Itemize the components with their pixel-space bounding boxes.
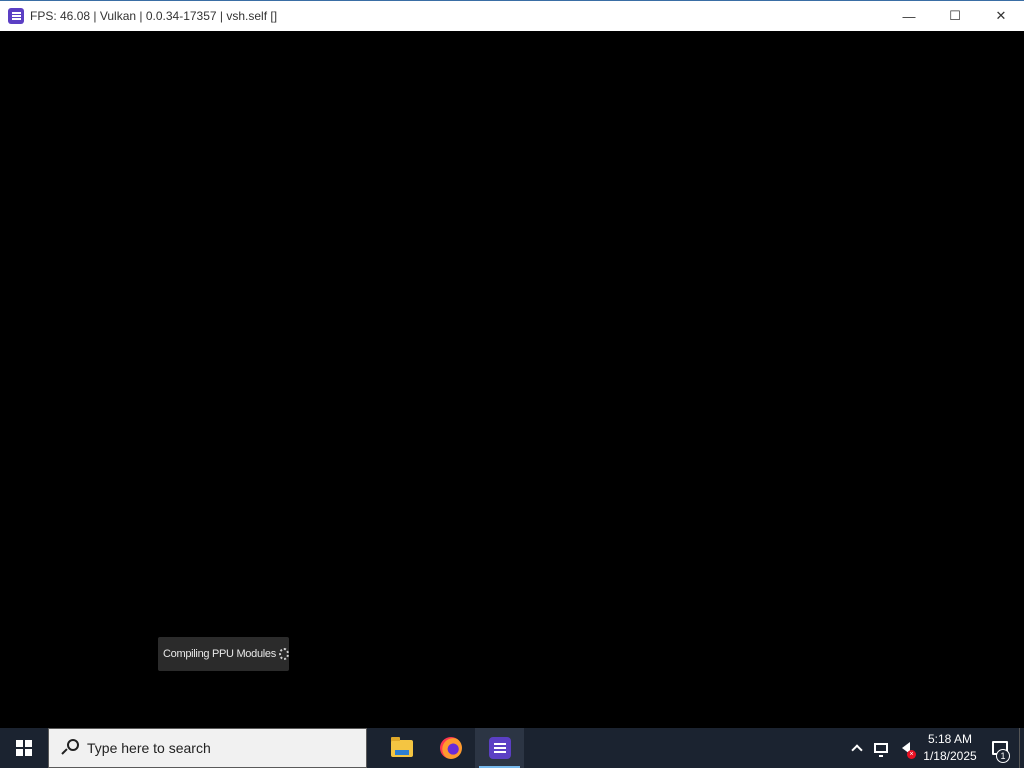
show-hidden-icons-button[interactable] (845, 728, 869, 768)
emulator-window: FPS: 46.08 | Vulkan | 0.0.34-17357 | vsh… (0, 0, 1024, 729)
mute-badge-icon: × (907, 750, 916, 759)
title-bar[interactable]: FPS: 46.08 | Vulkan | 0.0.34-17357 | vsh… (0, 1, 1024, 31)
network-button[interactable] (869, 728, 893, 768)
chevron-up-icon (851, 744, 863, 756)
clock-date: 1/18/2025 (923, 749, 977, 763)
system-tray: × 5:18 AM 1/18/2025 1 (845, 728, 1024, 768)
clock[interactable]: 5:18 AM 1/18/2025 (919, 728, 981, 768)
search-icon (61, 739, 79, 757)
taskbar-app-firefox[interactable] (426, 728, 475, 768)
firefox-icon (439, 737, 462, 759)
taskbar-app-file-explorer[interactable] (377, 728, 426, 768)
window-title: FPS: 46.08 | Vulkan | 0.0.34-17357 | vsh… (30, 9, 278, 23)
compile-status-toast: Compiling PPU Modules (158, 637, 289, 671)
game-viewport[interactable]: Compiling PPU Modules (0, 31, 1024, 729)
spinner-icon (278, 648, 289, 660)
rpcs3-icon (8, 8, 24, 24)
windows-logo-icon (16, 740, 32, 756)
maximize-button[interactable]: ☐ (932, 1, 978, 31)
minimize-button[interactable]: — (886, 1, 932, 31)
start-button[interactable] (0, 728, 48, 768)
taskbar: Type here to search × 5:18 AM 1/18/2025 (0, 728, 1024, 768)
taskbar-apps (377, 728, 524, 768)
taskbar-search[interactable]: Type here to search (48, 728, 367, 768)
notification-count-badge: 1 (996, 749, 1010, 763)
toast-text: Compiling PPU Modules (163, 648, 276, 660)
search-placeholder: Type here to search (87, 740, 211, 756)
rpcs3-icon (488, 737, 511, 759)
taskbar-app-rpcs3[interactable] (475, 728, 524, 768)
action-center-button[interactable]: 1 (981, 728, 1019, 768)
show-desktop-button[interactable] (1019, 728, 1024, 768)
clock-time: 5:18 AM (927, 732, 973, 746)
close-button[interactable]: ✕ (978, 1, 1024, 31)
network-icon (874, 743, 888, 757)
folder-icon (390, 736, 413, 757)
volume-button[interactable]: × (893, 728, 919, 768)
window-controls: — ☐ ✕ (886, 1, 1024, 31)
